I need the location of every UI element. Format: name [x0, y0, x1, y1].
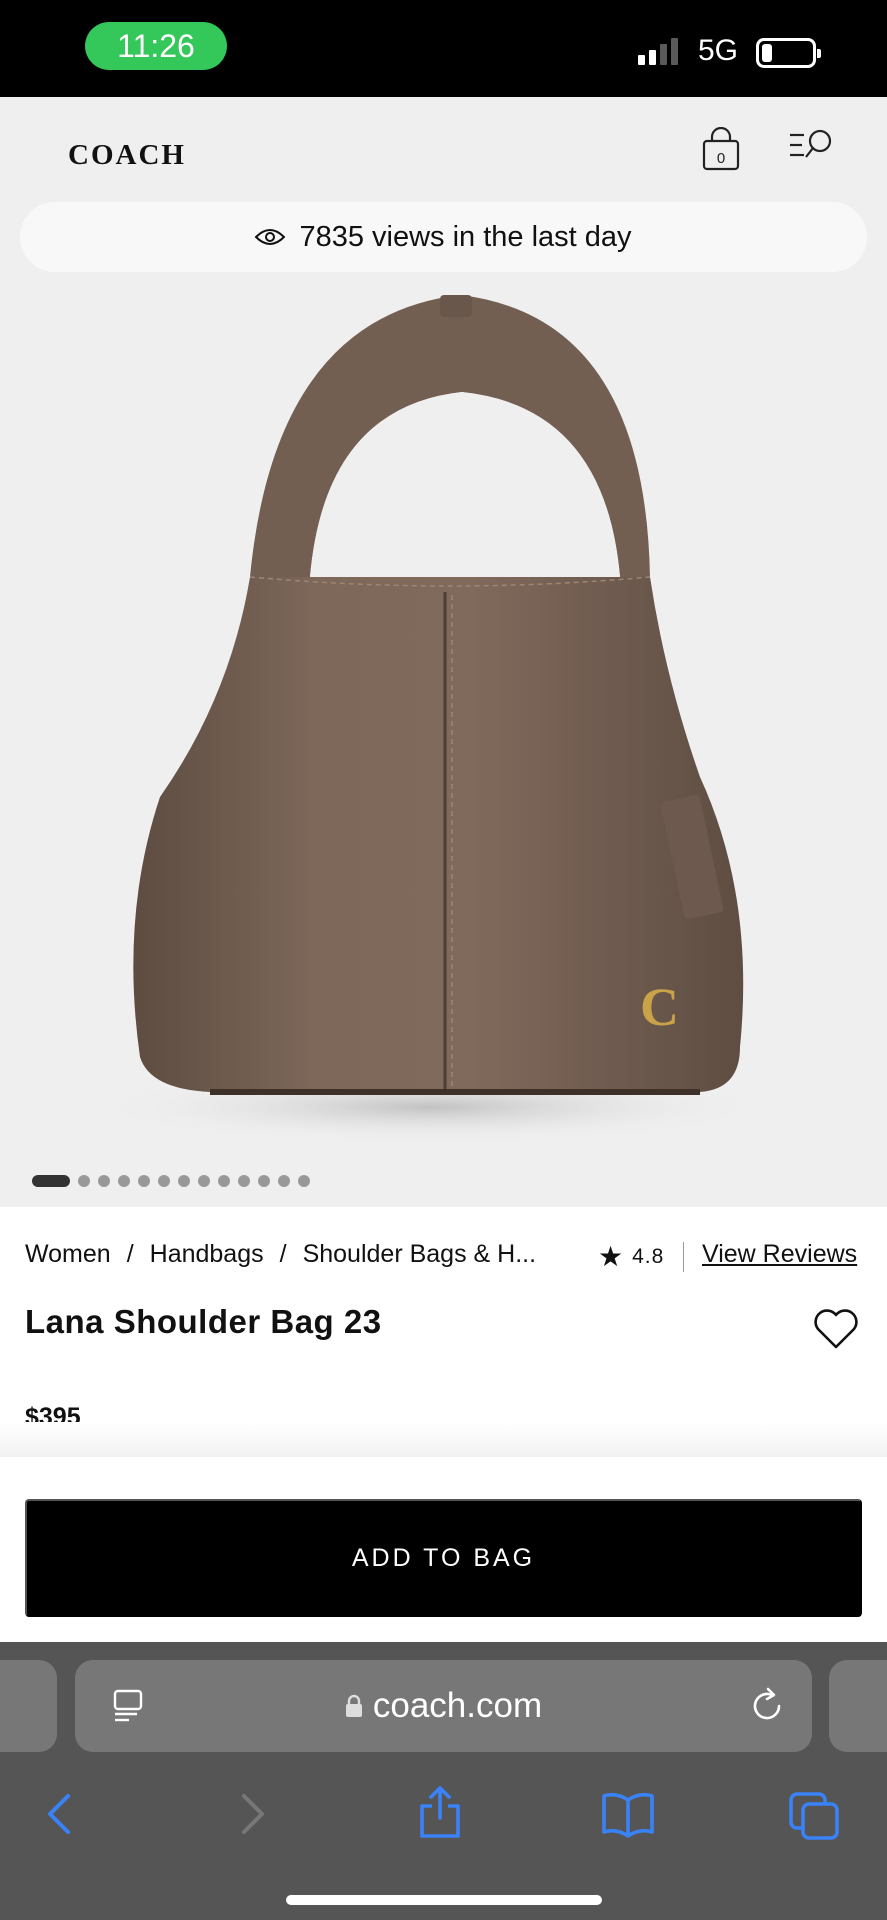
- gallery-dot[interactable]: [98, 1175, 110, 1187]
- gallery-dot[interactable]: [178, 1175, 190, 1187]
- star-icon: ★: [598, 1241, 625, 1272]
- tabs-icon[interactable]: [785, 1782, 845, 1842]
- breadcrumb: Women / Handbags / Shoulder Bags & H...: [25, 1240, 536, 1269]
- browser-toolbar: [0, 1782, 887, 1862]
- gallery-dot[interactable]: [198, 1175, 210, 1187]
- url-text: coach.com: [372, 1686, 543, 1725]
- battery-icon: [756, 38, 821, 68]
- forward-arrow-icon[interactable]: [222, 1782, 282, 1842]
- gallery-dot[interactable]: [258, 1175, 270, 1187]
- gallery-dot[interactable]: [32, 1175, 70, 1187]
- shopping-bag-icon: 0: [702, 126, 740, 171]
- browser-chrome: coach.com: [0, 1642, 887, 1920]
- back-arrow-icon[interactable]: [30, 1782, 90, 1842]
- breadcrumb-shoulder-bags[interactable]: Shoulder Bags & H...: [303, 1240, 536, 1269]
- reload-icon[interactable]: [747, 1686, 787, 1726]
- section-fade: [0, 1422, 887, 1457]
- site-header: COACH 0: [0, 97, 887, 202]
- wishlist-button[interactable]: [812, 1307, 860, 1351]
- product-info: Women / Handbags / Shoulder Bags & H... …: [0, 1207, 887, 1457]
- gallery-pagination[interactable]: [32, 1175, 310, 1187]
- views-text: 7835 views in the last day: [299, 220, 632, 253]
- views-banner: 7835 views in the last day: [20, 202, 867, 272]
- gallery-dot[interactable]: [158, 1175, 170, 1187]
- rating-divider: [683, 1242, 684, 1272]
- eye-icon: [255, 229, 286, 245]
- view-reviews-link[interactable]: View Reviews: [702, 1240, 857, 1269]
- rating-value: 4.8: [632, 1244, 665, 1268]
- shopping-bag-button[interactable]: 0: [700, 126, 742, 173]
- bag-count: 0: [717, 150, 725, 167]
- url-display[interactable]: coach.com: [75, 1660, 812, 1752]
- gallery-dot[interactable]: [118, 1175, 130, 1187]
- product-title: Lana Shoulder Bag 23: [25, 1303, 382, 1340]
- gallery-dot[interactable]: [238, 1175, 250, 1187]
- lock-icon: [345, 1694, 362, 1717]
- cta-area: ADD TO BAG: [0, 1457, 887, 1642]
- network-type: 5G: [698, 34, 739, 67]
- gallery-dot[interactable]: [298, 1175, 310, 1187]
- status-bar: 11:26 5G: [0, 0, 887, 97]
- heart-icon: [814, 1309, 858, 1349]
- address-bar[interactable]: coach.com: [75, 1660, 812, 1752]
- breadcrumb-separator: /: [126, 1240, 134, 1268]
- coach-logo[interactable]: COACH: [68, 139, 186, 172]
- next-tab-preview[interactable]: [829, 1660, 887, 1752]
- previous-tab-preview[interactable]: [0, 1660, 57, 1752]
- c-hardware-logo: C: [640, 977, 679, 1037]
- menu-search-button[interactable]: [788, 127, 838, 167]
- cellular-signal-icon: [638, 38, 678, 65]
- gallery-dot[interactable]: [218, 1175, 230, 1187]
- gallery-dot[interactable]: [278, 1175, 290, 1187]
- menu-search-icon: [790, 129, 832, 158]
- status-time: 11:26: [85, 22, 227, 70]
- gallery-dot[interactable]: [138, 1175, 150, 1187]
- home-indicator[interactable]: [286, 1895, 602, 1905]
- product-gallery[interactable]: COACH 0 7835 views in the last day C: [0, 97, 887, 1207]
- add-to-bag-button[interactable]: ADD TO BAG: [25, 1499, 862, 1617]
- breadcrumb-separator: /: [279, 1240, 287, 1268]
- share-icon[interactable]: [410, 1782, 470, 1842]
- breadcrumb-handbags[interactable]: Handbags: [150, 1240, 264, 1269]
- bookmarks-icon[interactable]: [598, 1782, 658, 1842]
- gallery-dot[interactable]: [78, 1175, 90, 1187]
- handbag-image[interactable]: C: [100, 277, 780, 1157]
- product-rating: ★ 4.8: [598, 1240, 664, 1273]
- breadcrumb-women[interactable]: Women: [25, 1240, 111, 1269]
